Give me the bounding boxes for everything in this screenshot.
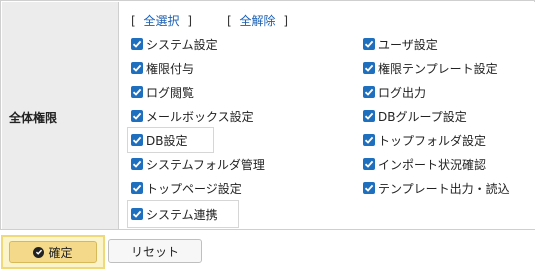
reset-button[interactable]: リセット bbox=[108, 239, 202, 263]
permission-checkbox-template-export-import[interactable]: テンプレート出力・読込 bbox=[363, 179, 510, 197]
permission-checkbox-system-folder-mgmt[interactable]: システムフォルダ管理 bbox=[131, 155, 265, 173]
permissions-table: 全体権限 [ 全選択 ] [ 全解除 ] システム設定 権限付与 ログ閲覧 メー… bbox=[0, 0, 535, 230]
reset-label: リセット bbox=[130, 244, 179, 259]
checkbox-checked-icon[interactable] bbox=[131, 208, 143, 220]
permission-checkbox-system-link[interactable]: システム連携 bbox=[131, 205, 218, 223]
checkbox-checked-icon[interactable] bbox=[363, 134, 375, 146]
permission-checkbox-import-status[interactable]: インポート状況確認 bbox=[363, 155, 486, 173]
permissions-cell: [ 全選択 ] [ 全解除 ] システム設定 権限付与 ログ閲覧 メールボックス… bbox=[119, 2, 535, 229]
permission-checkbox-permission-template-settings[interactable]: 権限テンプレート設定 bbox=[363, 59, 498, 77]
checkbox-checked-icon[interactable] bbox=[131, 38, 143, 50]
permission-checkbox-mailbox-settings[interactable]: メールボックス設定 bbox=[131, 107, 254, 125]
confirm-button[interactable]: 確定 bbox=[9, 241, 97, 263]
checkbox-checked-icon[interactable] bbox=[363, 110, 375, 122]
permission-checkbox-log-view[interactable]: ログ閲覧 bbox=[131, 83, 194, 101]
permission-checkbox-db-group-settings[interactable]: DBグループ設定 bbox=[363, 107, 467, 125]
select-all-label[interactable]: 全選択 bbox=[144, 14, 180, 28]
check-circle-icon bbox=[33, 246, 45, 258]
permission-checkbox-grant-permission[interactable]: 権限付与 bbox=[131, 59, 194, 77]
deselect-all-label[interactable]: 全解除 bbox=[240, 14, 276, 28]
deselect-all-link[interactable]: [ 全解除 ] bbox=[227, 12, 288, 29]
checkbox-checked-icon[interactable] bbox=[131, 110, 143, 122]
confirm-label: 確定 bbox=[48, 245, 73, 260]
checkbox-checked-icon[interactable] bbox=[363, 182, 375, 194]
confirm-button-highlight: 確定 bbox=[1, 235, 105, 269]
checkbox-checked-icon[interactable] bbox=[131, 182, 143, 194]
permission-checkbox-user-settings[interactable]: ユーザ設定 bbox=[363, 35, 438, 53]
checkbox-checked-icon[interactable] bbox=[363, 86, 375, 98]
checkbox-checked-icon[interactable] bbox=[363, 158, 375, 170]
checkbox-checked-icon[interactable] bbox=[131, 134, 143, 146]
row-header-cell: 全体権限 bbox=[2, 2, 119, 229]
checkbox-checked-icon[interactable] bbox=[131, 62, 143, 74]
row-label: 全体権限 bbox=[9, 111, 58, 125]
permission-checkbox-log-output[interactable]: ログ出力 bbox=[363, 83, 426, 101]
checkbox-checked-icon[interactable] bbox=[363, 38, 375, 50]
permission-checkbox-db-settings[interactable]: DB設定 bbox=[131, 131, 187, 149]
permission-checkbox-top-page-settings[interactable]: トップページ設定 bbox=[131, 179, 242, 197]
select-all-link[interactable]: [ 全選択 ] bbox=[131, 12, 192, 29]
permission-checkbox-top-folder-settings[interactable]: トップフォルダ設定 bbox=[363, 131, 486, 149]
checkbox-checked-icon[interactable] bbox=[131, 158, 143, 170]
checkbox-checked-icon[interactable] bbox=[131, 86, 143, 98]
permission-checkbox-system-settings[interactable]: システム設定 bbox=[131, 35, 218, 53]
checkbox-checked-icon[interactable] bbox=[363, 62, 375, 74]
